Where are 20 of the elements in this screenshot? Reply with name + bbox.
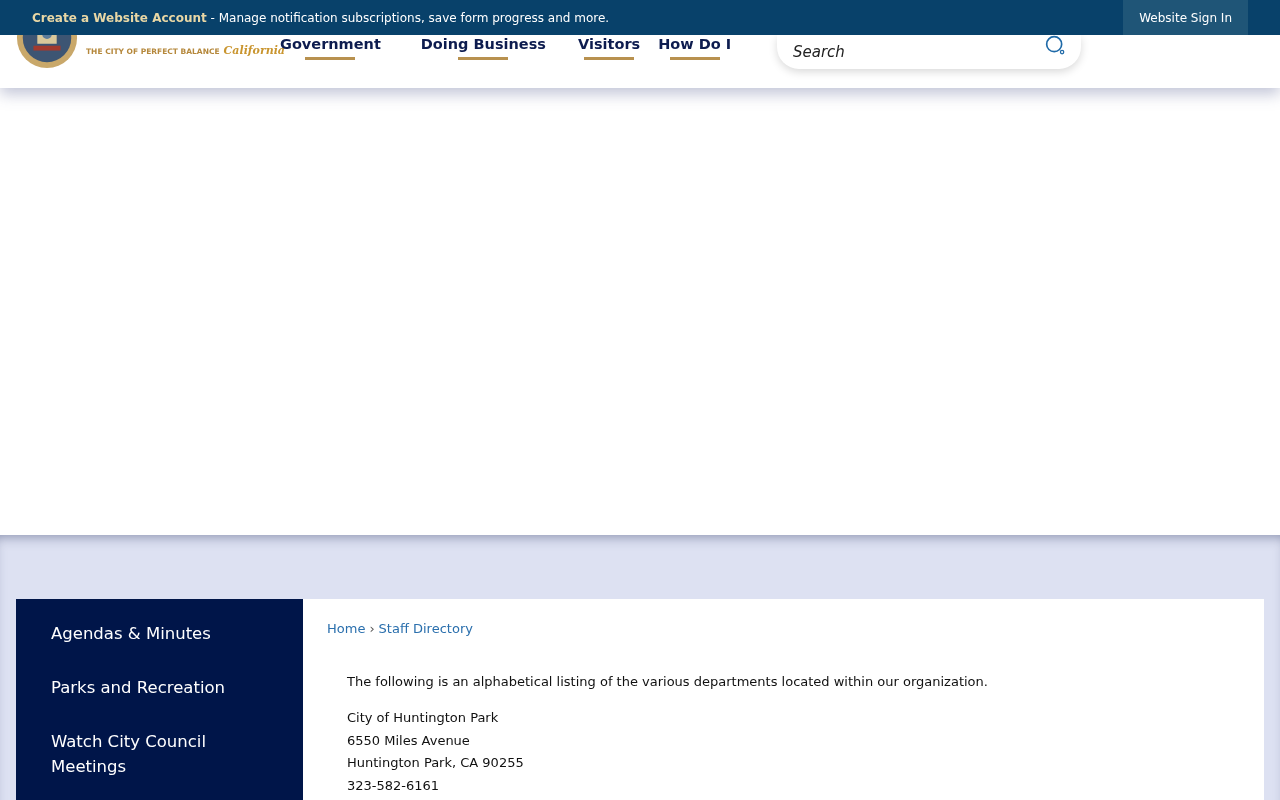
nav-link[interactable]: Doing Business [420,36,546,59]
nav-link[interactable]: How Do I [658,36,732,59]
sidebar-link[interactable]: Agendas & Minutes [51,621,283,646]
sidebar-link[interactable]: Watch City Council Meetings [51,729,283,779]
search-icon[interactable] [1043,35,1067,55]
address-line: City of Huntington Park [347,709,500,727]
address-line: Huntington Park, CA 90255 [347,754,525,772]
intro-text: The following is an alphabetical listing of the various departments located within our organization. [347,674,989,689]
address-line: 323-582-6161 [347,776,441,795]
create-account-link[interactable]: Create a Website Account [32,10,207,25]
breadcrumb-link[interactable]: Staff Directory [378,621,473,636]
sign-in-button[interactable]: Website Sign In [1123,0,1248,35]
sidebar-link[interactable]: Parks and Recreation [51,675,283,700]
breadcrumb-link[interactable]: Home [327,621,366,636]
breadcrumb-separator: › [369,621,375,636]
search-field[interactable]: Search [777,35,1081,69]
address-line: 6550 Miles Avenue [347,731,471,750]
account-notice: Create a Website Account - Manage notification subscriptions, save form progress and more. [32,10,610,25]
seal-logo[interactable] [16,35,78,69]
nav-link[interactable]: Visitors [577,36,641,59]
